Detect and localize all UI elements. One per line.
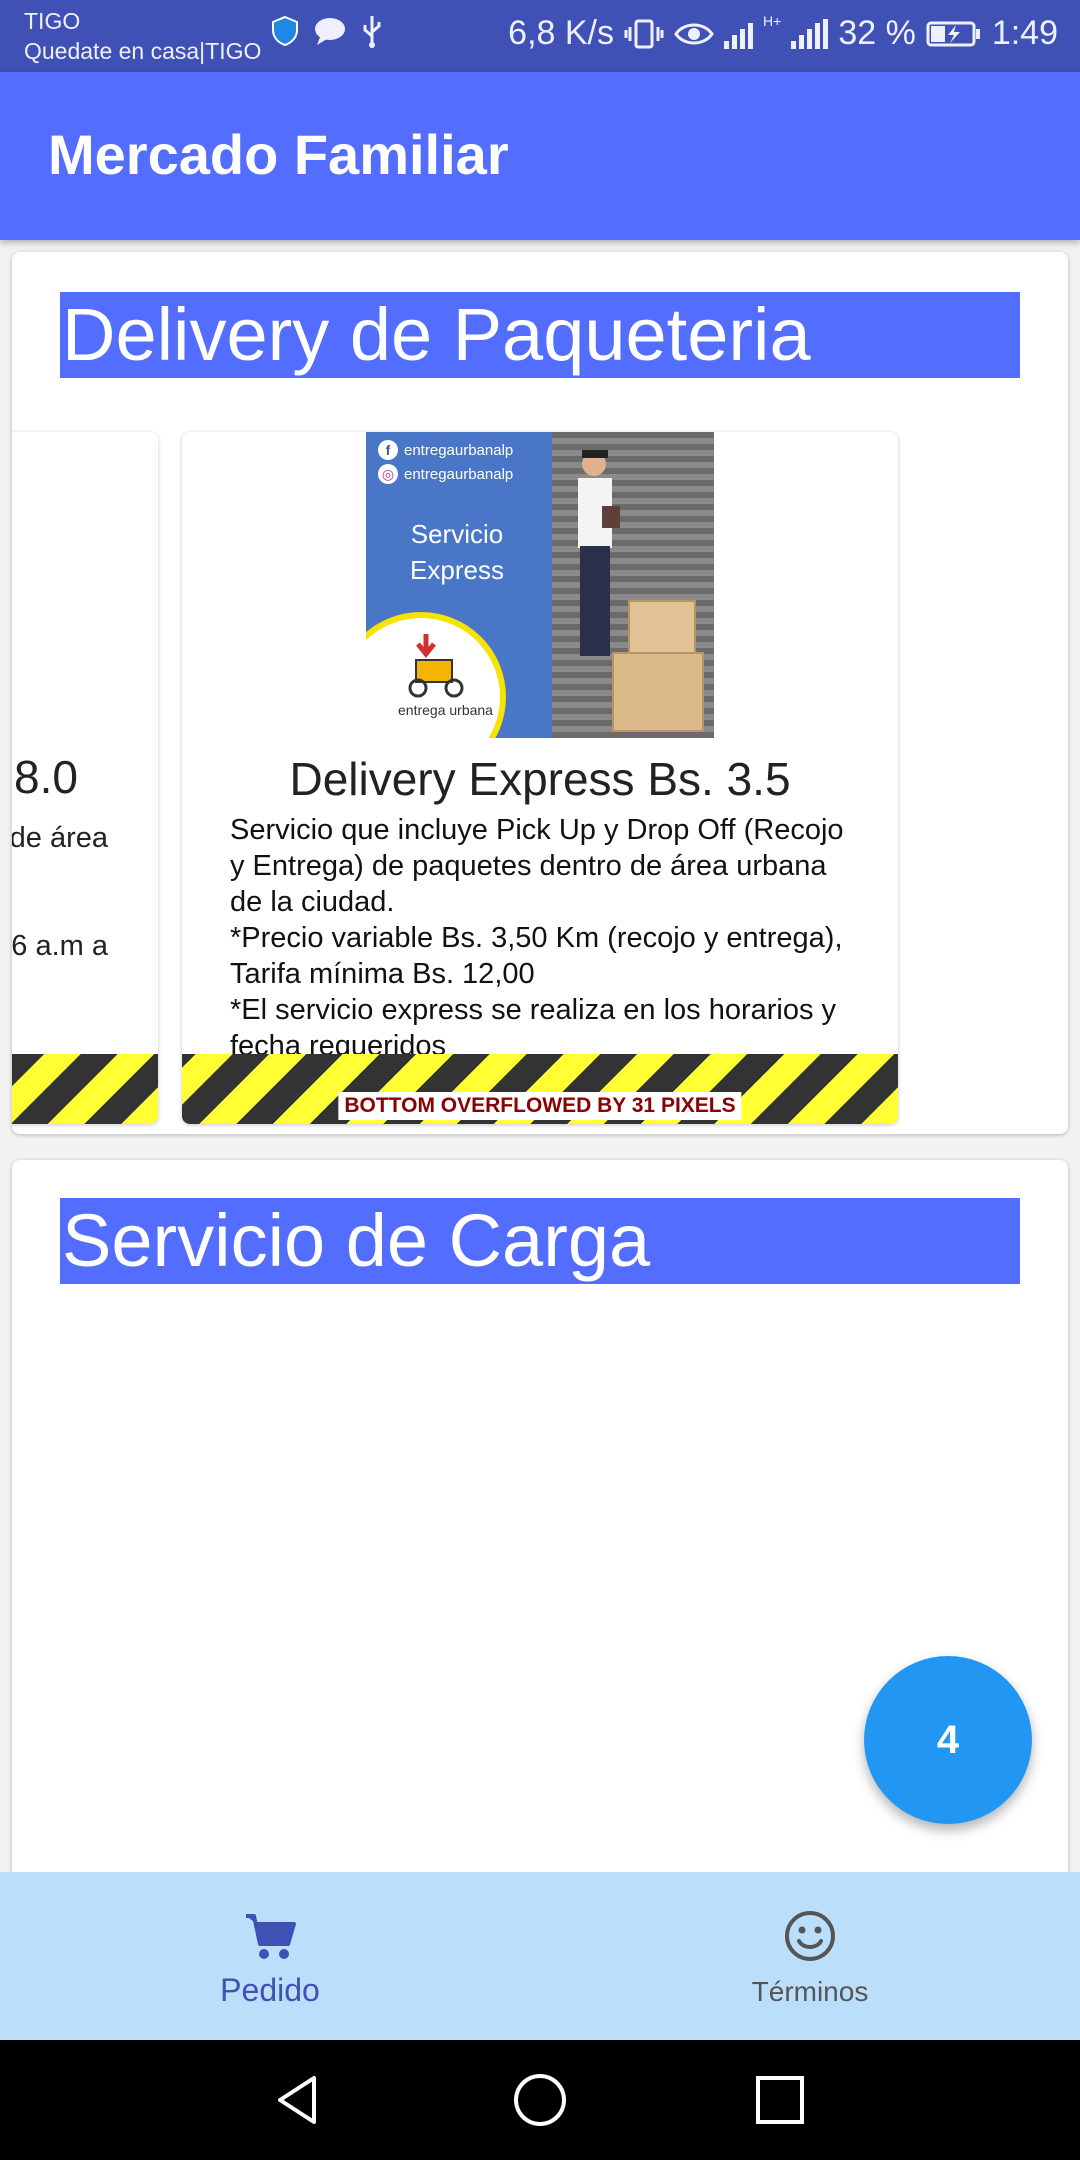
signal-icon-2 [791,18,829,49]
delivery-logo-icon [408,634,464,698]
nav-label-pedido: Pedido [220,1972,320,2008]
product-desc-partial-line: de área [12,822,108,854]
product-image: f entregaurbanalp ◎ entregaurbanalp Serv… [366,432,714,738]
smiley-icon [785,1911,835,1961]
nav-item-pedido[interactable]: Pedido [0,1872,540,2040]
system-navigation-bar [0,2040,1080,2160]
clock: 1:49 [991,14,1058,52]
product-description: Servicio que incluye Pick Up y Drop Off … [230,814,844,1062]
product-title: Delivery Express Bs. 3.5 [289,753,791,805]
facebook-handle-text: entregaurbanalp [404,441,514,459]
courier-figure-icon [578,450,620,656]
facebook-icon: f [378,440,398,460]
instagram-handle-text: entregaurbanalp [404,465,514,483]
chat-bubble-icon [315,18,345,45]
product-desc-partial-line: 6 a.m a [12,930,108,962]
section-card-delivery: Delivery de Paqueteria 8.0 de área 6 a.m… [12,252,1068,1134]
notification-icons [270,14,384,48]
signal-icon [724,19,754,49]
carrier-info: TIGO Quedate en casa|TIGO [24,6,261,66]
promo-brand-text: entrega urbana [398,702,493,718]
instagram-icon: ◎ [378,464,398,484]
package-box [612,652,704,732]
vibrate-icon [624,19,664,48]
bottom-navigation: Pedido Términos [0,1872,1080,2040]
nav-label-terminos: Términos [751,1976,869,2007]
battery-percent: 32 % [838,14,916,52]
carrier-name: TIGO [24,8,81,34]
promo-service-text: Servicio Express [410,519,504,585]
battery-charging-icon [926,21,980,46]
carrier-subtitle: Quedate en casa|TIGO [24,38,262,64]
product-card-delivery-express[interactable]: f entregaurbanalp ◎ entregaurbanalp Serv… [182,432,898,1124]
network-speed: 6,8 K/s [508,14,615,52]
facebook-handle: f entregaurbanalp [378,440,513,460]
instagram-handle: ◎ entregaurbanalp [378,464,513,484]
back-icon[interactable] [270,2070,330,2130]
home-icon[interactable] [510,2070,570,2130]
overflow-stripes [12,1054,158,1124]
usb-icon [363,16,381,48]
product-card-partial[interactable]: 8.0 de área 6 a.m a [12,432,158,1124]
cart-icon [246,1914,296,1959]
status-right: 6,8 K/s H+ 32 % 1:49 [508,14,1058,53]
package-box [628,600,696,656]
cart-count-fab[interactable]: 4 [864,1656,1032,1824]
app-title: Mercado Familiar [48,123,509,186]
overflow-warning: BOTTOM OVERFLOWED BY 31 PIXELS [338,1092,742,1120]
network-type: H+ [763,13,782,29]
status-bar: TIGO Quedate en casa|TIGO 6,8 K/s H+ 32 … [0,0,1080,72]
recents-icon[interactable] [750,2070,810,2130]
section-title: Delivery de Paqueteria [60,292,1020,378]
shield-icon [272,15,298,47]
nav-item-terminos[interactable]: Términos [540,1872,1080,2040]
eye-icon [674,23,714,44]
app-bar: Mercado Familiar [0,72,1080,240]
section-title: Servicio de Carga [60,1198,1020,1284]
product-title-partial: 8.0 [14,751,78,803]
